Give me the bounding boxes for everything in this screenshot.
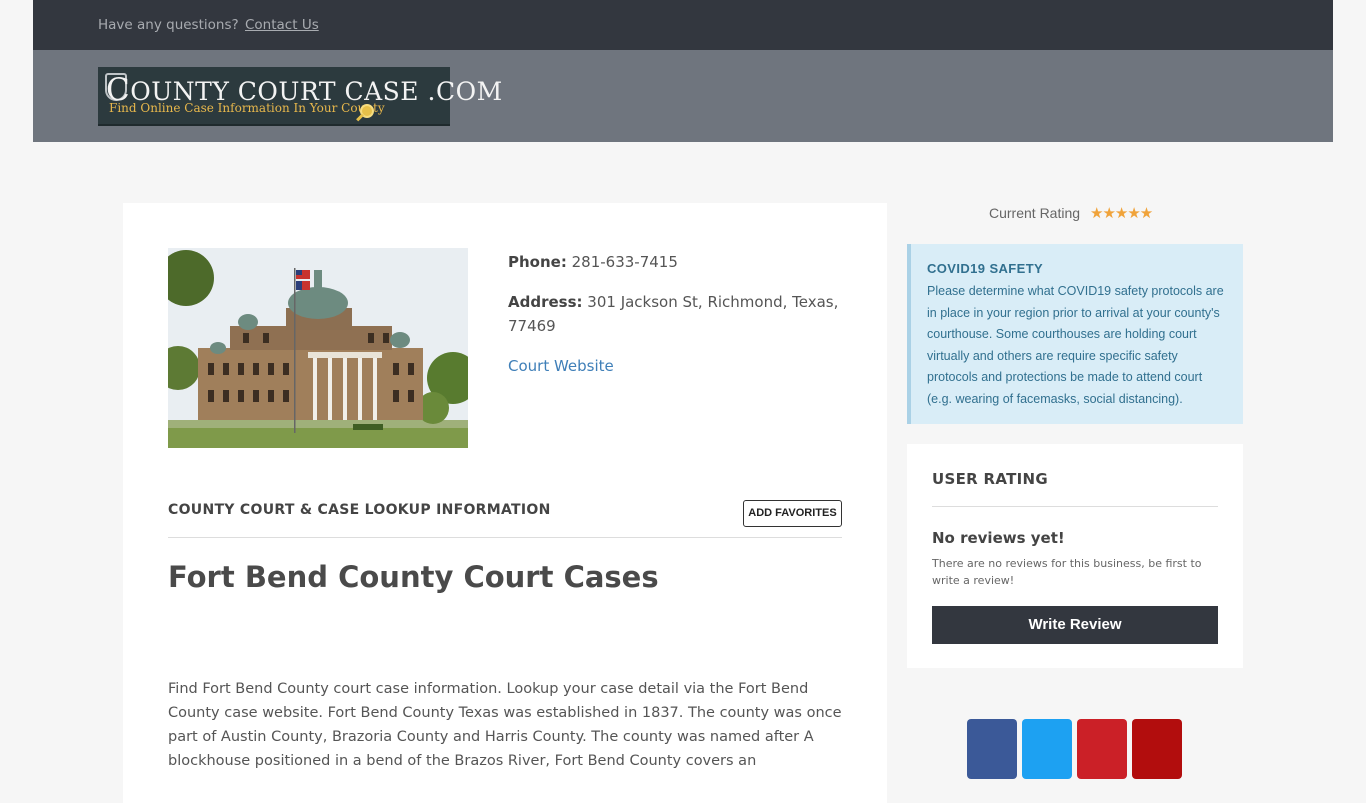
covid-safety-notice: COVID19 SAFETY Please determine what COV… xyxy=(907,244,1243,424)
logo-tagline: Find Online Case Information In Your Cou… xyxy=(109,101,385,115)
twitter-share-button[interactable] xyxy=(1022,719,1072,779)
courthouse-photo xyxy=(168,248,468,448)
address-row: Address: 301 Jackson St, Richmond, Texas… xyxy=(508,290,848,338)
county-description: Find Fort Bend County court case informa… xyxy=(168,681,842,769)
page-title: Fort Bend County Court Cases xyxy=(168,560,659,594)
covid-heading: COVID19 SAFETY xyxy=(927,261,1044,276)
user-rating-divider xyxy=(932,506,1218,507)
section-divider xyxy=(168,537,842,538)
questions-text: Have any questions? xyxy=(98,17,239,33)
phone-row: Phone: 281-633-7415 xyxy=(508,250,848,274)
current-rating-label: Current Rating xyxy=(989,205,1081,221)
facebook-share-button[interactable] xyxy=(967,719,1017,779)
no-reviews-title: No reviews yet! xyxy=(932,529,1065,547)
add-favorites-button[interactable]: ADD FAVORITES xyxy=(743,500,842,527)
page: Have any questions? Contact Us COUNTY CO… xyxy=(33,0,1333,803)
share-button[interactable] xyxy=(1132,719,1182,779)
user-rating-panel: USER RATING No reviews yet! There are no… xyxy=(907,444,1243,668)
court-card: Phone: 281-633-7415 Address: 301 Jackson… xyxy=(123,203,887,803)
address-label: Address: xyxy=(508,293,583,311)
contact-us-link[interactable]: Contact Us xyxy=(245,17,319,33)
website-row: Court Website xyxy=(508,354,848,378)
section-title: COUNTY COURT & CASE LOOKUP INFORMATION xyxy=(168,502,551,518)
court-website-link[interactable]: Court Website xyxy=(508,357,614,375)
site-header: COUNTY COURT CASE .COM Find Online Case … xyxy=(33,50,1333,142)
pinterest-share-button[interactable] xyxy=(1077,719,1127,779)
site-logo[interactable]: COUNTY COURT CASE .COM Find Online Case … xyxy=(98,67,502,126)
rating-stars-icon: ★★★★★ xyxy=(1090,204,1153,222)
phone-number: 281-633-7415 xyxy=(571,253,678,271)
user-rating-heading: USER RATING xyxy=(932,470,1048,488)
write-review-button[interactable]: Write Review xyxy=(932,606,1218,644)
phone-label: Phone: xyxy=(508,253,567,271)
top-bar: Have any questions? Contact Us xyxy=(33,0,1333,50)
covid-text: Please determine what COVID19 safety pro… xyxy=(927,284,1224,406)
no-reviews-text: There are no reviews for this business, … xyxy=(932,557,1202,587)
court-contact-info: Phone: 281-633-7415 Address: 301 Jackson… xyxy=(508,250,848,394)
